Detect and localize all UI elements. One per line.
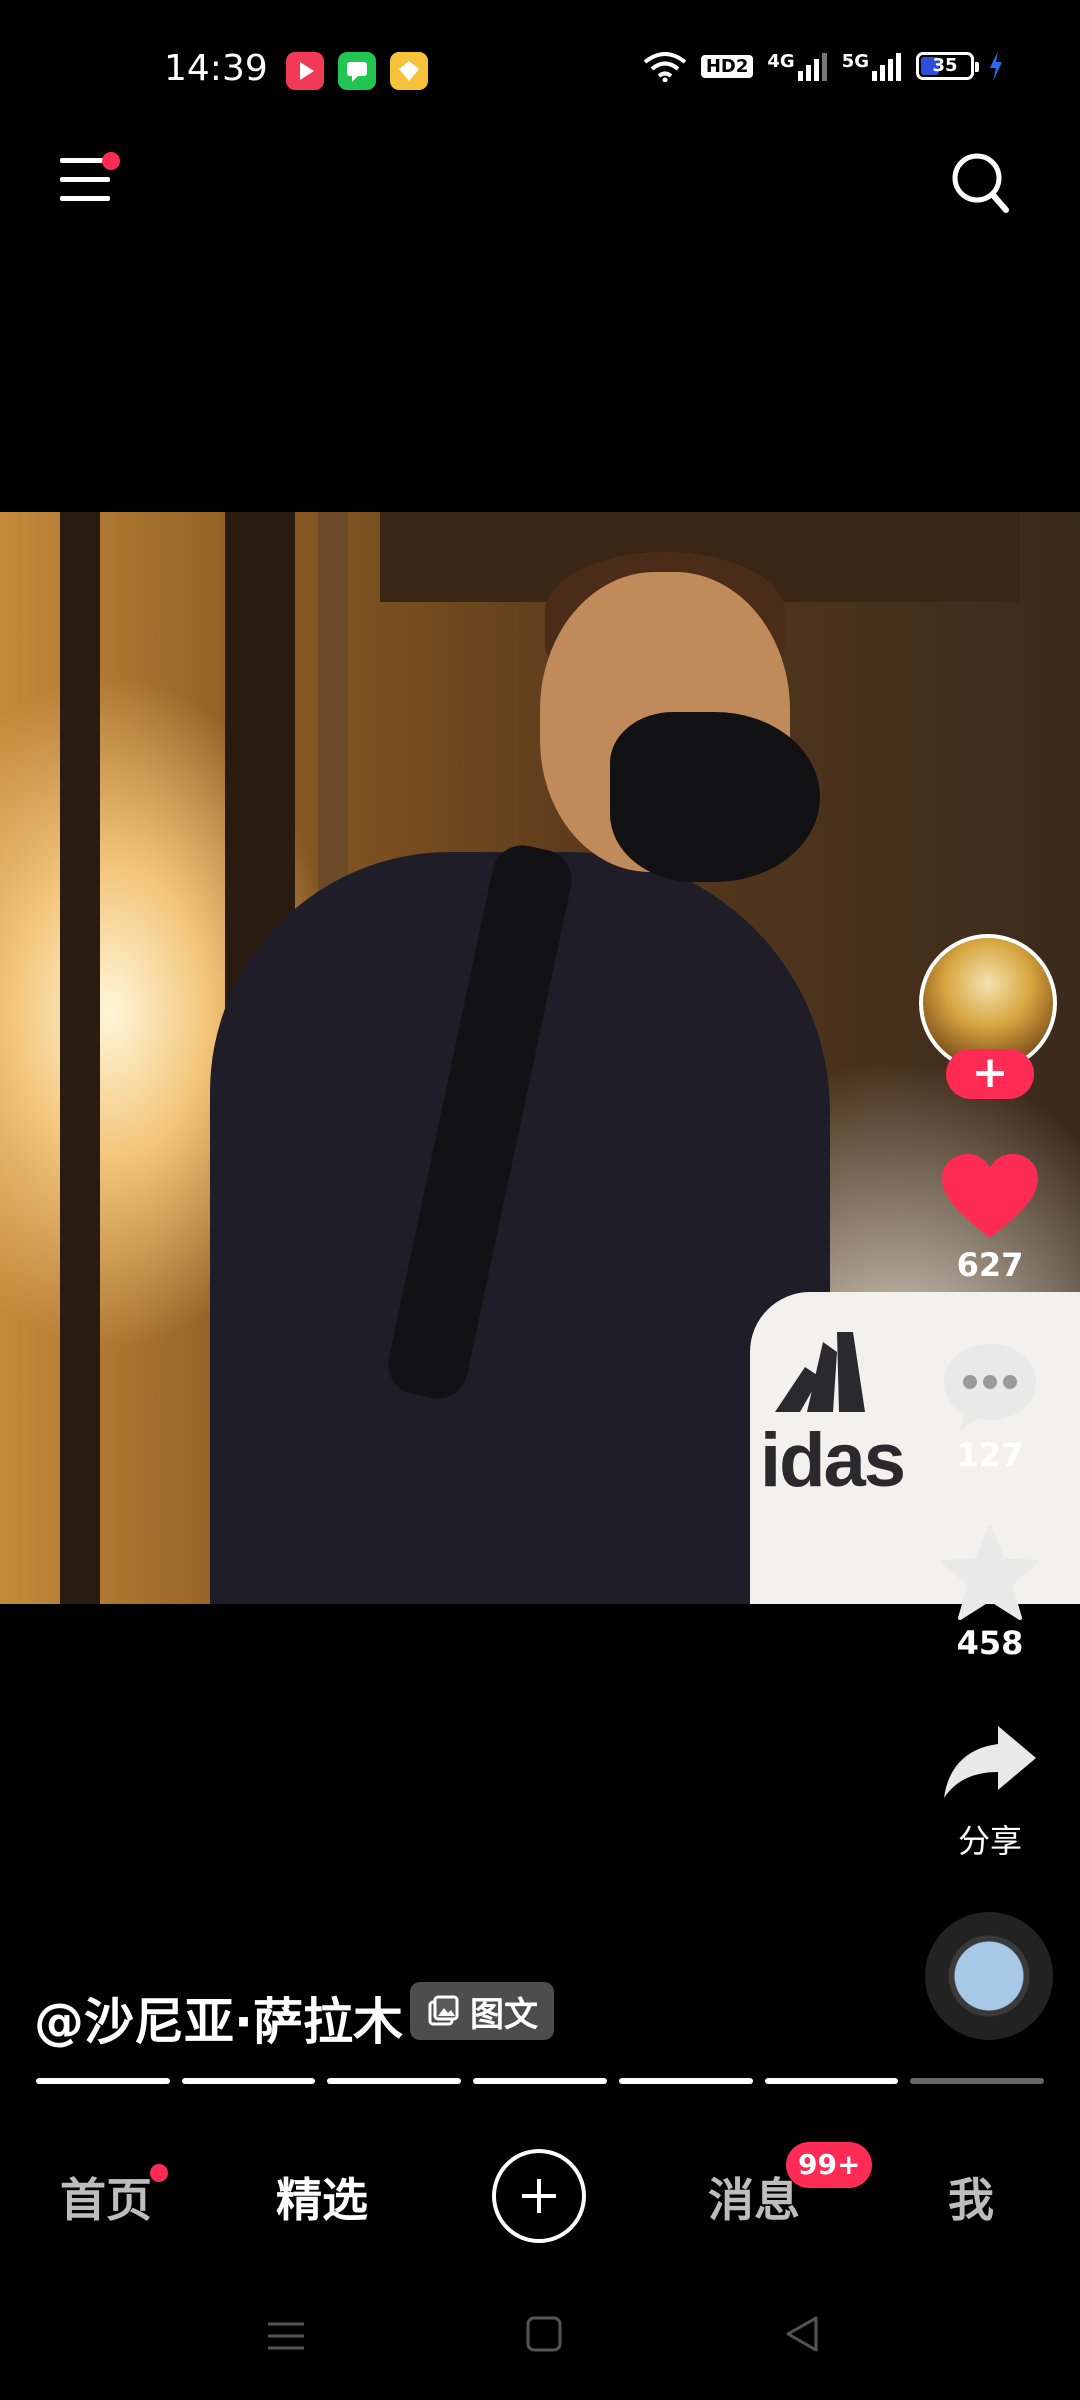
progress-segment <box>764 2078 899 2084</box>
status-indicators: HD2 4G 5G 35 <box>643 50 1004 82</box>
progress-segment <box>327 2078 462 2084</box>
menu-notification-dot <box>102 152 120 170</box>
status-bar: 14:39 HD2 4G 5G 35 <box>0 0 1080 140</box>
tab-home[interactable]: 首页 <box>60 2164 152 2230</box>
share-icon <box>944 1726 1036 1798</box>
search-icon <box>952 153 1009 213</box>
progress-segment <box>618 2078 753 2084</box>
like-button[interactable]: 627 <box>930 1152 1050 1284</box>
create-button[interactable] <box>492 2149 586 2243</box>
favorite-button[interactable]: 458 <box>930 1526 1050 1662</box>
tag-label: 图文 <box>470 1994 538 2035</box>
comment-count: 127 <box>956 1436 1024 1474</box>
back-icon[interactable] <box>782 2314 822 2354</box>
signal-4g: 4G <box>767 51 827 81</box>
wifi-icon <box>643 52 687 82</box>
recents-icon[interactable] <box>266 2316 306 2356</box>
heart-icon <box>942 1154 1038 1238</box>
tab-featured[interactable]: 精选 <box>276 2164 368 2230</box>
image-text-tag: 图文 <box>410 1982 554 2040</box>
tab-messages[interactable]: 消息 <box>708 2164 800 2230</box>
comment-icon <box>944 1344 1036 1430</box>
battery-indicator: 35 <box>916 52 979 80</box>
search-button[interactable] <box>950 150 1010 216</box>
brand-print: idas <box>760 1418 906 1503</box>
author-name[interactable]: @沙尼亚·萨拉木 <box>34 1982 403 2054</box>
progress-segment <box>36 2078 170 2084</box>
slide-progress <box>36 2078 1045 2084</box>
progress-segment <box>181 2078 316 2084</box>
like-count: 627 <box>956 1246 1024 1284</box>
progress-segment <box>473 2078 607 2084</box>
music-disc[interactable] <box>925 1912 1053 2040</box>
signal-icon <box>797 53 827 81</box>
message-app-icon <box>338 52 376 90</box>
post-image[interactable]: idas <box>0 512 1080 1604</box>
messages-badge: 99+ <box>786 2142 873 2188</box>
coupon-app-icon <box>390 52 428 90</box>
home-nav-icon[interactable] <box>524 2314 564 2354</box>
favorite-count: 458 <box>956 1624 1024 1662</box>
image-icon <box>428 1995 459 2026</box>
signal-5g: 5G <box>842 51 902 81</box>
star-icon <box>941 1526 1039 1620</box>
status-time: 14:39 <box>164 48 268 89</box>
hd-indicator: HD2 <box>700 54 754 78</box>
video-app-icon <box>286 52 324 90</box>
progress-segment <box>910 2078 1045 2084</box>
tab-me[interactable]: 我 <box>948 2164 994 2230</box>
charging-icon <box>990 51 1002 81</box>
share-button[interactable]: 分享 <box>930 1722 1050 1862</box>
comment-button[interactable]: 127 <box>930 1340 1050 1474</box>
share-label: 分享 <box>957 1822 1022 1860</box>
follow-button[interactable]: + <box>946 1049 1034 1099</box>
signal-icon <box>872 53 901 81</box>
home-notification-dot <box>150 2164 168 2182</box>
system-navigation <box>0 2290 1080 2380</box>
